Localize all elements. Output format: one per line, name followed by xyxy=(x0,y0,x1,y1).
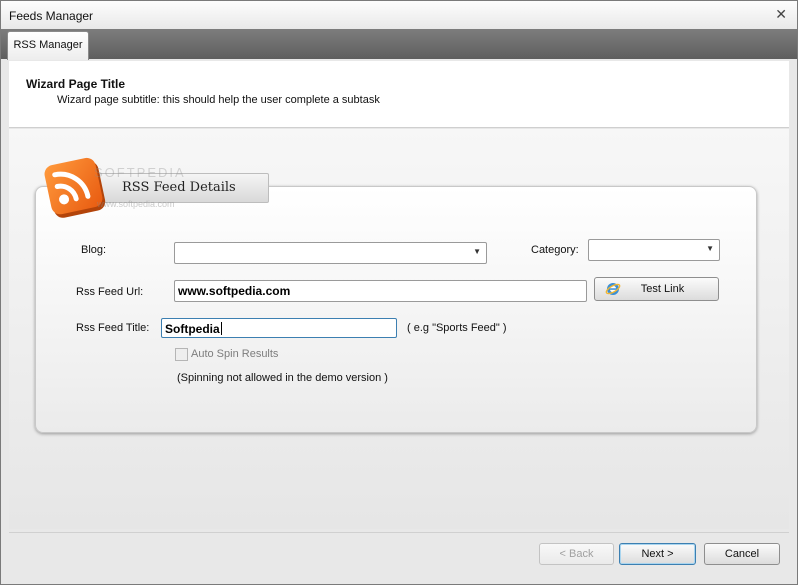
tab-label: RSS Manager xyxy=(13,39,83,51)
auto-spin-label: Auto Spin Results xyxy=(191,348,279,360)
feed-title-hint: ( e.g "Sports Feed" ) xyxy=(407,322,507,334)
test-link-label: Test Link xyxy=(640,283,685,295)
wizard-header: Wizard Page Title Wizard page subtitle: … xyxy=(9,61,789,128)
feed-title-value: Softpedia xyxy=(165,322,220,336)
cancel-button[interactable]: Cancel xyxy=(704,543,780,565)
blog-select[interactable]: ▼ xyxy=(174,242,487,264)
auto-spin-checkbox[interactable] xyxy=(175,348,188,361)
wizard-page-subtitle: Wizard page subtitle: this should help t… xyxy=(57,94,380,106)
category-label: Category: xyxy=(531,244,579,256)
feed-title-input[interactable]: Softpedia xyxy=(161,318,397,338)
feed-title-label: Rss Feed Title: xyxy=(76,322,150,334)
next-button[interactable]: Next > xyxy=(619,543,696,565)
wizard-content: Blog: ▼ Category: ▼ Rss Feed Url: www.so… xyxy=(9,129,789,529)
window-title: Feeds Manager xyxy=(9,9,94,23)
softpedia-watermark-url: www.softpedia.com xyxy=(97,199,175,209)
category-select[interactable]: ▼ xyxy=(588,239,720,261)
rss-feed-details-title: RSS Feed Details xyxy=(122,180,236,195)
feed-url-label: Rss Feed Url: xyxy=(76,286,144,298)
softpedia-watermark: SOFTPEDIA xyxy=(94,165,186,180)
feeds-manager-window: Feeds Manager ✕ RSS Manager Wizard Page … xyxy=(0,0,798,585)
text-caret xyxy=(220,322,222,335)
wizard-page-title: Wizard Page Title xyxy=(26,77,126,91)
spin-note: (Spinning not allowed in the demo versio… xyxy=(177,372,388,384)
feed-url-input[interactable]: www.softpedia.com xyxy=(174,280,587,302)
footer-divider xyxy=(9,532,789,533)
title-bar: Feeds Manager ✕ xyxy=(1,1,797,29)
chevron-down-icon: ▼ xyxy=(473,247,481,256)
blog-label: Blog: xyxy=(81,244,107,256)
tab-strip: RSS Manager xyxy=(1,29,797,60)
test-link-button[interactable]: Test Link xyxy=(594,277,719,301)
back-button[interactable]: < Back xyxy=(539,543,614,565)
rss-feed-details-panel: Blog: ▼ Category: ▼ Rss Feed Url: www.so… xyxy=(35,186,757,433)
close-icon[interactable]: ✕ xyxy=(775,7,787,21)
tab-rss-manager[interactable]: RSS Manager xyxy=(7,31,89,60)
chevron-down-icon: ▼ xyxy=(706,244,714,253)
